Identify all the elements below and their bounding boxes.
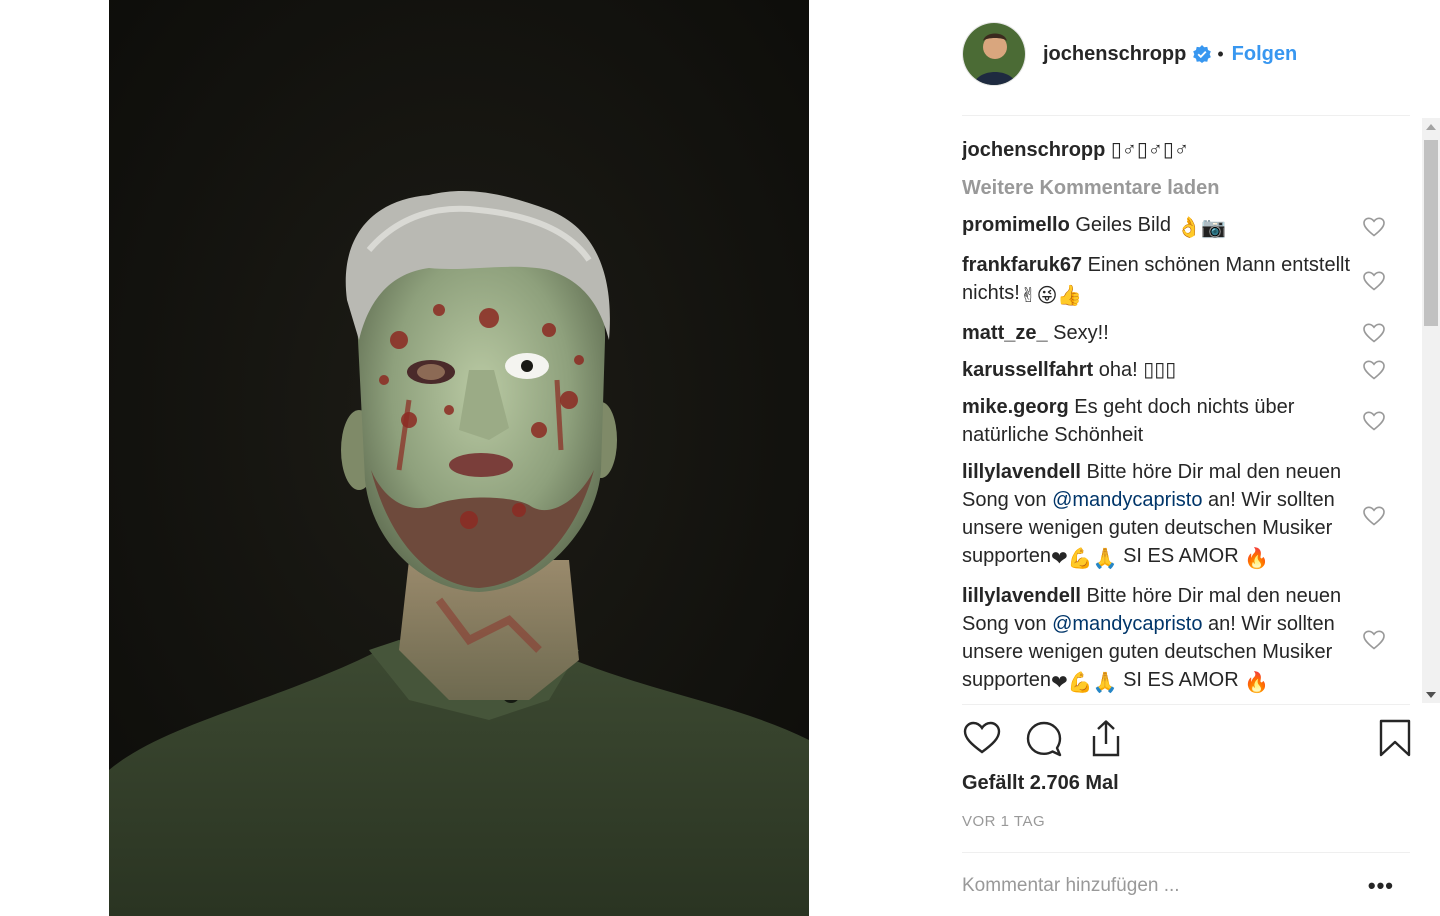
comment-username[interactable]: promimello: [962, 214, 1070, 236]
comment-like-heart-icon[interactable]: [1362, 269, 1386, 293]
comment-tail-text: SI ES AMOR: [1123, 545, 1239, 567]
comment-text: karussellfahrt oha! ▯▯▯: [962, 356, 1354, 384]
follow-button[interactable]: Folgen: [1232, 43, 1298, 66]
post-caption: jochenschropp ▯♂▯♂▯♂: [962, 136, 1422, 164]
more-options-icon[interactable]: •••: [1368, 873, 1394, 899]
caption-username[interactable]: jochenschropp: [962, 139, 1105, 161]
comment-like-heart-icon[interactable]: [1362, 215, 1386, 239]
comment-item: lillylavendell Bitte höre Dir mal den ne…: [962, 582, 1422, 697]
actions-divider: [962, 704, 1410, 705]
comment-like-heart-icon[interactable]: [1362, 358, 1386, 382]
separator-dot: •: [1217, 43, 1224, 64]
comment-input-divider: [962, 852, 1410, 853]
share-icon[interactable]: [1086, 718, 1126, 758]
header-username[interactable]: jochenschropp: [1043, 43, 1186, 66]
caption-text: ▯♂▯♂▯♂: [1110, 139, 1189, 161]
comment-tail-text: SI ES AMOR: [1123, 669, 1239, 691]
comment-item: mike.georg Es geht doch nichts über natü…: [962, 393, 1422, 449]
comment-emojis: 👌📷: [1176, 217, 1227, 239]
bookmark-icon[interactable]: [1377, 718, 1413, 758]
comment-emojis: ❤💪🙏: [1050, 548, 1118, 570]
comment-username[interactable]: frankfaruk67: [962, 254, 1082, 276]
comment-username[interactable]: matt_ze_: [962, 322, 1048, 344]
scroll-up-arrow-icon[interactable]: [1422, 118, 1440, 135]
comment-mention-link[interactable]: @mandycapristo: [1052, 613, 1202, 635]
comments-section[interactable]: jochenschropp ▯♂▯♂▯♂ Weitere Kommentare …: [962, 122, 1422, 704]
fire-emoji: 🔥: [1244, 548, 1270, 570]
comment-body: Geiles Bild: [1075, 214, 1171, 236]
verified-badge-icon: [1193, 45, 1212, 63]
comment-item: karussellfahrt oha! ▯▯▯: [962, 356, 1422, 384]
avatar-image: [963, 23, 1025, 85]
comment-text: matt_ze_ Sexy!!: [962, 319, 1354, 347]
post-header: jochenschropp • Folgen: [962, 22, 1382, 86]
comment-text: lillylavendell Bitte höre Dir mal den ne…: [962, 582, 1354, 697]
comment-body: oha! ▯▯▯: [1098, 359, 1177, 381]
comment-mention-link[interactable]: @mandycapristo: [1052, 489, 1202, 511]
header-divider: [962, 115, 1410, 116]
scrollbar-thumb[interactable]: [1424, 140, 1438, 326]
zombie-makeup-photo: [109, 0, 809, 916]
comment-emojis: ✌😜👍: [1019, 285, 1083, 307]
comment-username[interactable]: lillylavendell: [962, 461, 1081, 483]
comment-like-heart-icon[interactable]: [1362, 409, 1386, 433]
comment-like-heart-icon[interactable]: [1362, 628, 1386, 652]
post-timestamp[interactable]: VOR 1 TAG: [962, 813, 1045, 830]
comment-text: lillylavendell Bitte höre Dir mal den ne…: [962, 458, 1354, 573]
comment-text: frankfaruk67 Einen schönen Mann entstell…: [962, 251, 1354, 310]
comment-item: frankfaruk67 Einen schönen Mann entstell…: [962, 251, 1422, 310]
comment-item: matt_ze_ Sexy!!: [962, 319, 1422, 347]
comment-icon[interactable]: [1024, 718, 1064, 758]
comment-text: mike.georg Es geht doch nichts über natü…: [962, 393, 1354, 449]
likes-count[interactable]: Gefällt 2.706 Mal: [962, 772, 1119, 795]
avatar[interactable]: [962, 22, 1026, 86]
comment-text: promimello Geiles Bild 👌📷: [962, 211, 1354, 242]
post-actions-bar: [962, 718, 1412, 764]
comment-username[interactable]: karussellfahrt: [962, 359, 1093, 381]
scroll-down-arrow-icon[interactable]: [1422, 686, 1440, 703]
comment-username[interactable]: mike.georg: [962, 396, 1069, 418]
comment-body: Sexy!!: [1053, 322, 1109, 344]
comment-username[interactable]: lillylavendell: [962, 585, 1081, 607]
load-more-comments-button[interactable]: Weitere Kommentare laden: [962, 174, 1422, 202]
comment-emojis: ❤💪🙏: [1050, 672, 1118, 694]
comment-like-heart-icon[interactable]: [1362, 321, 1386, 345]
add-comment-bar: •••: [962, 872, 1410, 900]
comment-input[interactable]: [962, 875, 1342, 897]
post-photo[interactable]: [109, 0, 809, 916]
comment-like-heart-icon[interactable]: [1362, 504, 1386, 528]
comment-item: lillylavendell Bitte höre Dir mal den ne…: [962, 458, 1422, 573]
fire-emoji: 🔥: [1244, 672, 1270, 694]
comments-scrollbar[interactable]: [1422, 118, 1440, 703]
comment-item: promimello Geiles Bild 👌📷: [962, 211, 1422, 242]
heart-icon[interactable]: [962, 718, 1002, 758]
